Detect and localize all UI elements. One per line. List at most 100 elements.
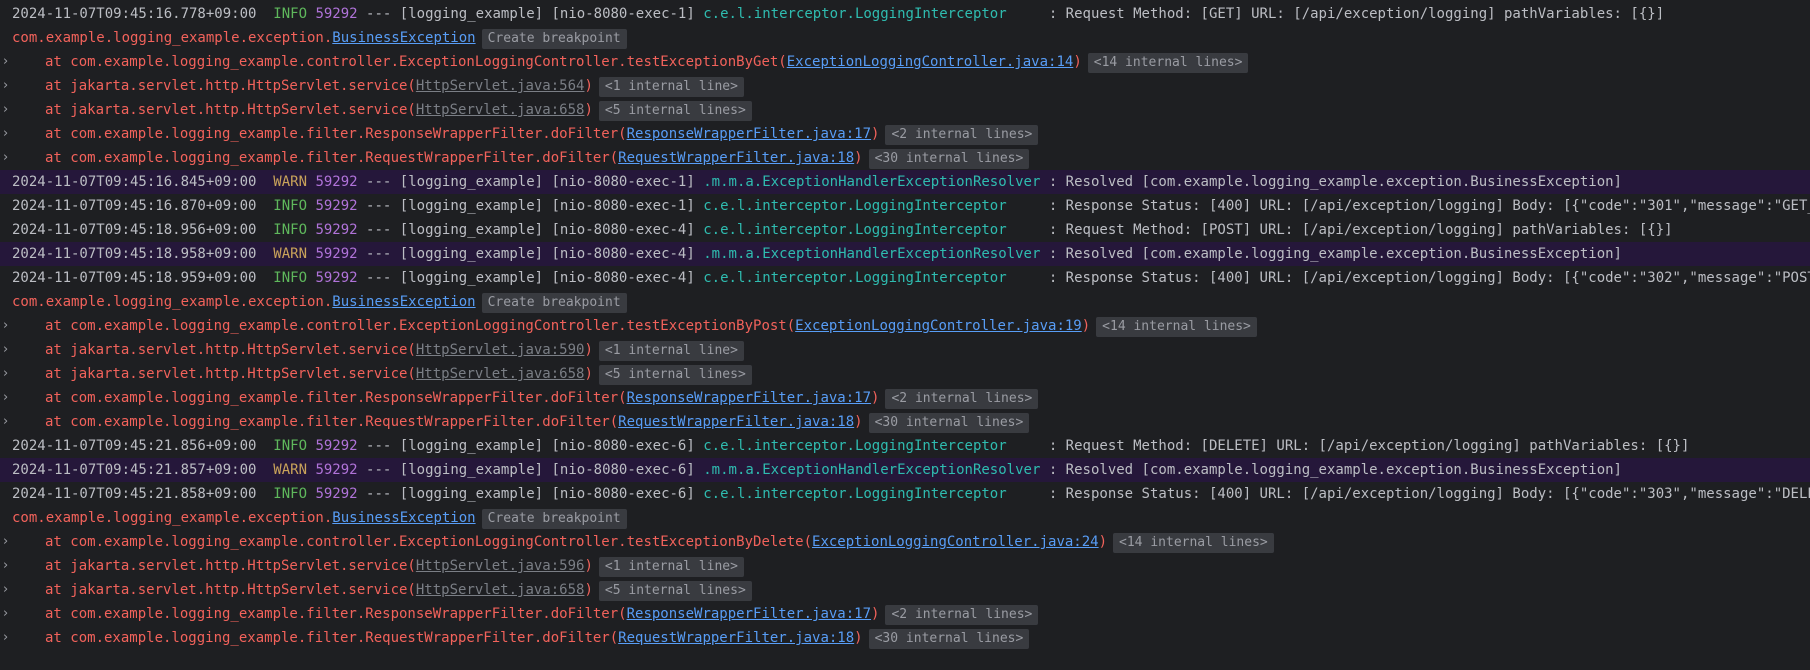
log-timestamp: 2024-11-07T09:45:18.956+09:00 [12, 222, 257, 238]
stack-frame-source-link[interactable]: ResponseWrapperFilter.java:17 [627, 390, 871, 406]
internal-lines-fold[interactable]: <5 internal lines> [598, 365, 752, 385]
chevron-right-icon[interactable]: › [3, 554, 13, 578]
exception-class-link[interactable]: BusinessException [332, 294, 475, 310]
chevron-right-icon[interactable]: › [3, 50, 13, 74]
log-logger: .m.m.a.ExceptionHandlerExceptionResolver [703, 462, 1041, 478]
log-padding [1007, 438, 1049, 454]
log-separator: --- [366, 246, 392, 262]
log-timestamp: 2024-11-07T09:45:16.778+09:00 [12, 6, 257, 22]
log-line: 2024-11-07T09:45:16.870+09:00 INFO 59292… [0, 194, 1810, 218]
exception-package: com.example.logging_example.exception. [12, 30, 333, 46]
exception-class-link[interactable]: BusinessException [332, 510, 475, 526]
stack-frame-method: at com.example.logging_example.filter.Re… [45, 126, 627, 142]
stack-frame-source-link[interactable]: HttpServlet.java:596 [416, 558, 585, 574]
log-timestamp: 2024-11-07T09:45:18.959+09:00 [12, 270, 257, 286]
log-logger: c.e.l.interceptor.LoggingInterceptor [703, 222, 1007, 238]
log-level: INFO [273, 438, 308, 454]
stack-frame-source-link[interactable]: RequestWrapperFilter.java:18 [618, 150, 854, 166]
internal-lines-fold[interactable]: <2 internal lines> [885, 389, 1039, 409]
internal-lines-fold[interactable]: <1 internal line> [598, 557, 744, 577]
stack-frame-source-link[interactable]: HttpServlet.java:658 [416, 366, 585, 382]
log-line: 2024-11-07T09:45:18.959+09:00 INFO 59292… [0, 266, 1810, 290]
log-level: WARN [273, 174, 308, 190]
chevron-right-icon[interactable]: › [3, 530, 13, 554]
chevron-right-icon[interactable]: › [3, 122, 13, 146]
log-context: [logging_example] [nio-8080-exec-4] [399, 222, 695, 238]
log-level: INFO [273, 198, 308, 214]
stack-frame-method: at com.example.logging_example.filter.Re… [45, 606, 627, 622]
chevron-right-icon[interactable]: › [3, 314, 13, 338]
stack-frame-method: at jakarta.servlet.http.HttpServlet.serv… [45, 342, 416, 358]
stack-frame-method: at jakarta.servlet.http.HttpServlet.serv… [45, 366, 416, 382]
log-pid: 59292 [315, 486, 358, 502]
internal-lines-fold[interactable]: <1 internal line> [598, 77, 744, 97]
internal-lines-fold[interactable]: <2 internal lines> [885, 125, 1039, 145]
stack-frame: › at com.example.logging_example.controll… [0, 314, 1810, 338]
internal-lines-fold[interactable]: <14 internal lines> [1087, 53, 1249, 73]
log-logger: c.e.l.interceptor.LoggingInterceptor [703, 6, 1007, 22]
stack-frame-source-link[interactable]: ResponseWrapperFilter.java:17 [627, 606, 871, 622]
log-level: INFO [273, 222, 308, 238]
stack-frame-source-link[interactable]: HttpServlet.java:658 [416, 102, 585, 118]
log-timestamp: 2024-11-07T09:45:21.856+09:00 [12, 438, 257, 454]
internal-lines-fold[interactable]: <5 internal lines> [598, 101, 752, 121]
stack-frame-source-link[interactable]: ResponseWrapperFilter.java:17 [627, 126, 871, 142]
stack-frame-close: ) [854, 414, 863, 430]
create-breakpoint-button[interactable]: Create breakpoint [481, 293, 627, 313]
exception-package: com.example.logging_example.exception. [12, 294, 333, 310]
log-level: INFO [273, 6, 308, 22]
chevron-right-icon[interactable]: › [3, 602, 13, 626]
log-logger: c.e.l.interceptor.LoggingInterceptor [703, 270, 1007, 286]
stack-frame-source-link[interactable]: RequestWrapperFilter.java:18 [618, 630, 854, 646]
chevron-right-icon[interactable]: › [3, 578, 13, 602]
log-context: [logging_example] [nio-8080-exec-1] [399, 198, 695, 214]
stack-frame-close: ) [1098, 534, 1108, 550]
chevron-right-icon[interactable]: › [3, 362, 13, 386]
chevron-right-icon[interactable]: › [3, 338, 13, 362]
stack-frame: › at com.example.logging_example.filter.R… [0, 146, 1810, 170]
chevron-right-icon[interactable]: › [3, 410, 13, 434]
chevron-right-icon[interactable]: › [3, 626, 13, 650]
internal-lines-fold[interactable]: <14 internal lines> [1096, 317, 1257, 337]
stack-frame-source-link[interactable]: HttpServlet.java:658 [416, 582, 585, 598]
internal-lines-fold[interactable]: <14 internal lines> [1113, 533, 1274, 553]
log-line: 2024-11-07T09:45:21.856+09:00 INFO 59292… [0, 434, 1810, 458]
log-line: 2024-11-07T09:45:16.778+09:00 INFO 59292… [0, 2, 1810, 26]
stack-frame-method: at jakarta.servlet.http.HttpServlet.serv… [45, 582, 416, 598]
create-breakpoint-button[interactable]: Create breakpoint [481, 29, 627, 49]
stack-frame: › at jakarta.servlet.http.HttpServlet.ser… [0, 338, 1810, 362]
internal-lines-fold[interactable]: <2 internal lines> [885, 605, 1039, 625]
log-logger: c.e.l.interceptor.LoggingInterceptor [703, 486, 1007, 502]
chevron-right-icon[interactable]: › [3, 386, 13, 410]
internal-lines-fold[interactable]: <30 internal lines> [868, 413, 1030, 433]
exception-class-link[interactable]: BusinessException [332, 30, 475, 46]
log-context: [logging_example] [nio-8080-exec-4] [399, 270, 695, 286]
log-message: : Request Method: [POST] URL: [/api/exce… [1048, 222, 1673, 238]
stack-frame-close: ) [584, 102, 593, 118]
chevron-right-icon[interactable]: › [3, 146, 13, 170]
stack-frame-method: at com.example.logging_example.filter.Re… [45, 390, 627, 406]
log-level: WARN [273, 462, 308, 478]
internal-lines-fold[interactable]: <30 internal lines> [868, 629, 1030, 649]
stack-frame-source-link[interactable]: ExceptionLoggingController.java:14 [787, 54, 1074, 70]
stack-frame-method: at jakarta.servlet.http.HttpServlet.serv… [45, 102, 416, 118]
log-padding [1040, 174, 1048, 190]
chevron-right-icon[interactable]: › [3, 98, 13, 122]
stack-frame-method: at com.example.logging_example.controlle… [45, 54, 787, 70]
log-message: : Resolved [com.example.logging_example.… [1048, 462, 1622, 478]
log-message: : Response Status: [400] URL: [/api/exce… [1048, 270, 1810, 286]
stack-frame-source-link[interactable]: RequestWrapperFilter.java:18 [618, 414, 854, 430]
log-separator: --- [366, 174, 392, 190]
log-separator: --- [366, 198, 392, 214]
stack-frame-source-link[interactable]: HttpServlet.java:590 [416, 342, 585, 358]
stack-frame-source-link[interactable]: ExceptionLoggingController.java:19 [795, 318, 1082, 334]
stack-frame-source-link[interactable]: HttpServlet.java:564 [416, 78, 585, 94]
chevron-right-icon[interactable]: › [3, 74, 13, 98]
internal-lines-fold[interactable]: <1 internal line> [598, 341, 744, 361]
internal-lines-fold[interactable]: <5 internal lines> [598, 581, 752, 601]
stack-frame-source-link[interactable]: ExceptionLoggingController.java:24 [812, 534, 1099, 550]
internal-lines-fold[interactable]: <30 internal lines> [868, 149, 1030, 169]
create-breakpoint-button[interactable]: Create breakpoint [481, 509, 627, 529]
stack-frame-method: at com.example.logging_example.filter.Re… [45, 150, 619, 166]
log-timestamp: 2024-11-07T09:45:21.858+09:00 [12, 486, 257, 502]
